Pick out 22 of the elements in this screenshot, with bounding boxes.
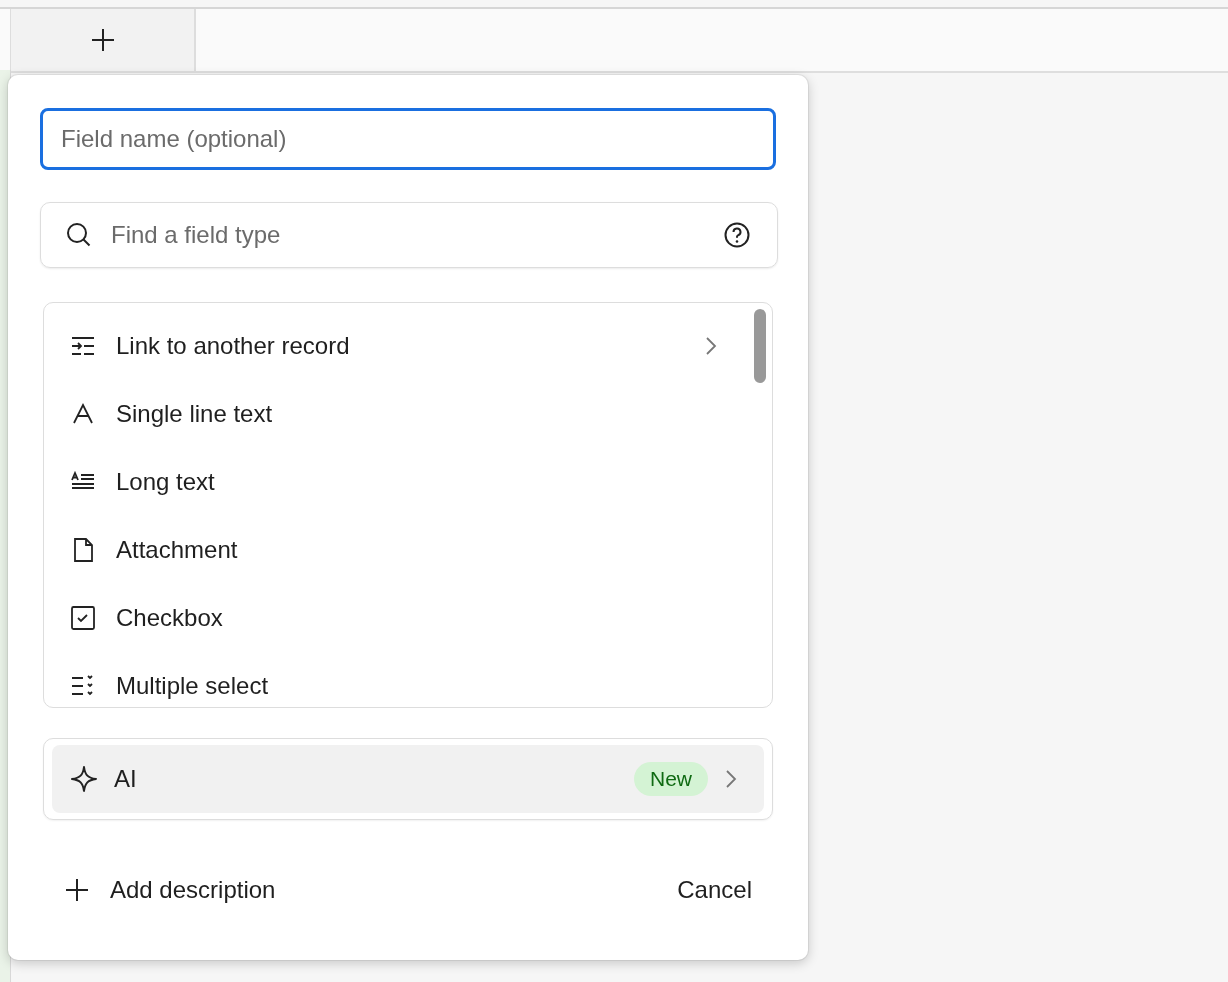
field-name-input[interactable]: Field name (optional) (40, 108, 776, 170)
field-type-item[interactable]: Single line text (44, 380, 772, 448)
sparkle-icon (70, 765, 98, 793)
field-type-item[interactable]: Attachment (44, 516, 772, 584)
add-field-button[interactable] (10, 9, 196, 71)
field-type-item[interactable]: Link to another record (44, 312, 772, 380)
cancel-button[interactable]: Cancel (677, 872, 752, 908)
search-icon (65, 221, 93, 249)
field-type-item[interactable]: Long text (44, 448, 772, 516)
add-description-button[interactable]: Add description (64, 872, 276, 908)
new-badge: New (634, 762, 708, 796)
help-icon[interactable] (723, 221, 751, 249)
ai-option[interactable]: AI New (52, 745, 764, 813)
scrollbar[interactable] (754, 309, 766, 383)
plus-icon (64, 877, 90, 903)
checkbox-icon (70, 605, 96, 631)
chevron-right-icon (724, 768, 738, 790)
field-type-item[interactable]: Multiple select (44, 652, 772, 707)
search-field[interactable]: Find a field type (40, 202, 778, 268)
chevron-right-icon (704, 335, 718, 357)
plus-icon (89, 27, 116, 53)
field-type-item[interactable]: Checkbox (44, 584, 772, 652)
